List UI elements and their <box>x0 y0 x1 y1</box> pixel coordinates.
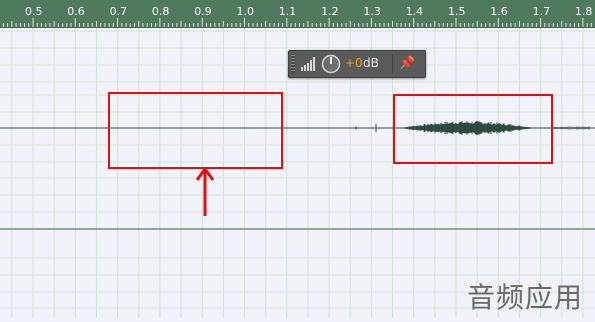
ruler-tick-label: 1.5 <box>448 5 466 18</box>
hud-drag-handle[interactable] <box>291 55 295 73</box>
volume-meter-icon <box>301 57 315 71</box>
ruler-tick-label: 1.4 <box>405 5 424 18</box>
ruler-tick-label: 0.6 <box>67 5 85 18</box>
ruler-tick-label: 1.3 <box>363 5 381 18</box>
time-ruler[interactable]: 0.5 0.6 0.7 0.8 0.9 1.0 1.1 1.2 1.3 1.4 1.5 1.6 1.7 1… <box>0 0 595 28</box>
gain-hud[interactable]: +0 dB 📌 <box>288 50 426 78</box>
volume-knob-icon[interactable] <box>321 54 341 74</box>
ruler-tick-label: 0.5 <box>25 5 43 18</box>
ruler-tick-label: 0.7 <box>109 5 128 18</box>
ruler-tick-label: 1.2 <box>321 5 339 18</box>
watermark: 音频应用 <box>467 281 584 314</box>
ruler-tick-label: 1.0 <box>236 5 255 18</box>
hud-divider <box>392 55 393 73</box>
ruler-tick-label: 1.7 <box>532 5 551 18</box>
gain-value[interactable]: +0 <box>345 56 363 70</box>
ruler-tick-label: 1.6 <box>490 5 508 18</box>
ruler-tick-label: 0.8 <box>151 5 170 18</box>
annotation-arrow <box>195 167 215 216</box>
annotation-box-silence <box>108 92 283 169</box>
ruler-tick-label: 0.9 <box>194 5 212 18</box>
pin-icon[interactable]: 📌 <box>399 55 415 73</box>
gain-unit: dB <box>363 56 379 70</box>
ruler-tick-label: 1.8 <box>574 5 593 18</box>
ruler-tick-label: 1.1 <box>278 5 297 18</box>
